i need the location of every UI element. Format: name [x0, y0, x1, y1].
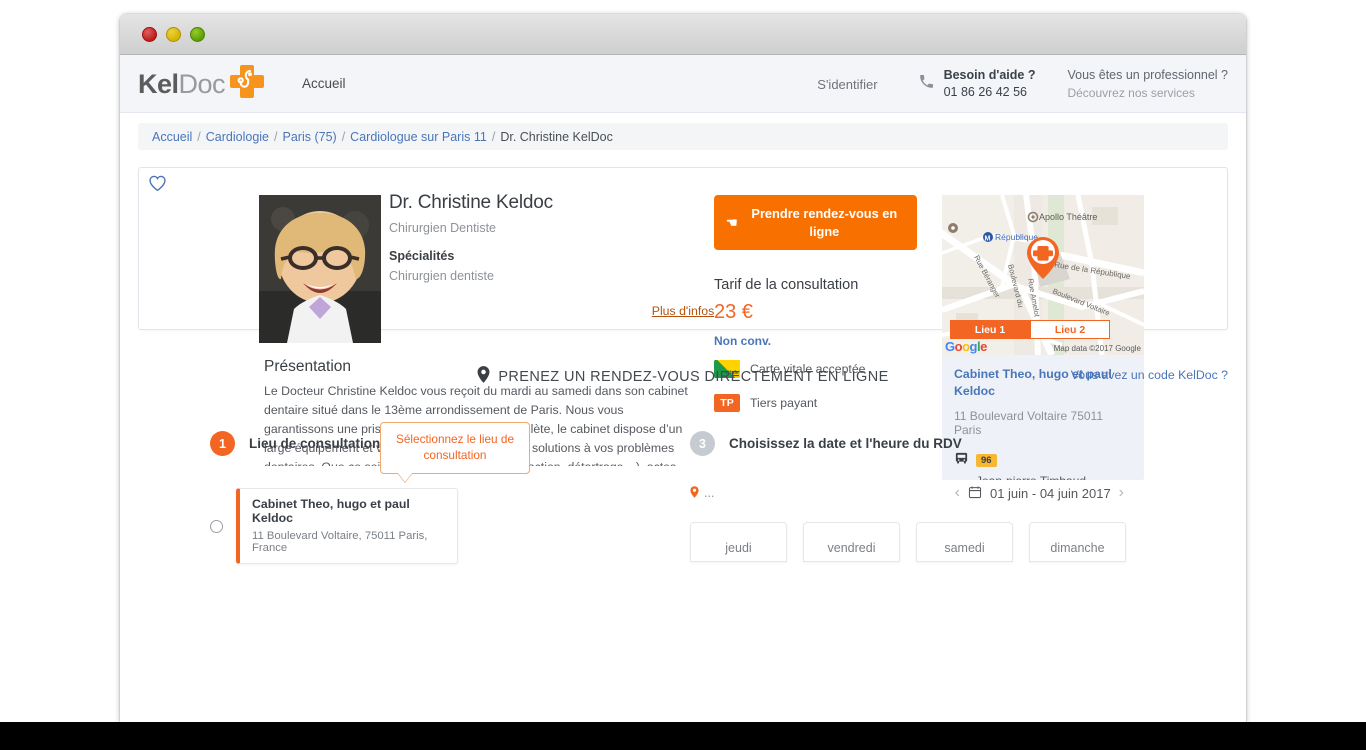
breadcrumb-item-cardiologie[interactable]: Cardiologie: [206, 130, 269, 144]
logo-doc-text: Doc: [178, 69, 226, 99]
day-card-jeudi[interactable]: jeudi: [690, 522, 787, 562]
step-1-header: 1 Lieu de consultation Sélectionnez le l…: [210, 422, 540, 483]
booking-steps: 1 Lieu de consultation Sélectionnez le l…: [120, 422, 1246, 581]
map-image[interactable]: Apollo Théâtre M République Rue de la Ré…: [942, 195, 1144, 355]
heart-icon[interactable]: [148, 174, 167, 197]
logo-kel-text: Kel: [138, 69, 179, 99]
calendar-icon: [968, 485, 982, 502]
chevron-right-icon[interactable]: ›: [1111, 484, 1132, 502]
location-option-card[interactable]: Cabinet Theo, hugo et paul Keldoc 11 Bou…: [236, 488, 458, 564]
minimize-window-button[interactable]: [166, 27, 181, 42]
breadcrumb-separator: /: [197, 129, 201, 144]
map-tab-lieu-2[interactable]: Lieu 2: [1030, 320, 1110, 339]
booking-section-header: PRENEZ UN RENDEZ-VOUS DIRECTEMENT EN LIG…: [120, 366, 1246, 388]
pointing-hand-icon: ☚: [726, 214, 738, 230]
selected-location-text: ...: [704, 486, 715, 500]
professional-block[interactable]: Vous êtes un professionnel ? Découvrez n…: [1067, 66, 1228, 103]
step-1-column: 1 Lieu de consultation Sélectionnez le l…: [210, 422, 540, 564]
day-card-vendredi[interactable]: vendredi: [803, 522, 900, 562]
breadcrumb: Accueil / Cardiologie / Paris (75) / Car…: [138, 123, 1228, 150]
step-3-title: Choisissez la date et l'heure du RDV: [729, 436, 962, 451]
step-3-badge: 3: [690, 431, 715, 456]
plus-dinfos-link[interactable]: Plus d'infos: [652, 304, 715, 318]
window-titlebar: [120, 14, 1246, 55]
help-title: Besoin d'aide ?: [943, 67, 1036, 82]
booking-section-title: PRENEZ UN RENDEZ-VOUS DIRECTEMENT EN LIG…: [498, 369, 889, 385]
professional-subtitle: Découvrez nos services: [1067, 86, 1195, 101]
svg-text:Apollo Théâtre: Apollo Théâtre: [1039, 212, 1097, 222]
day-columns: jeudi vendredi samedi dimanche: [690, 522, 1150, 562]
small-map-pin-icon: [690, 485, 699, 501]
step-1-title: Lieu de consultation: [249, 436, 381, 451]
help-phone: 01 86 26 42 56: [943, 85, 1027, 99]
breadcrumb-item-accueil[interactable]: Accueil: [152, 130, 192, 144]
breadcrumb-item-cardiologue-paris-11[interactable]: Cardiologue sur Paris 11: [350, 130, 487, 144]
map-pin-icon: [477, 366, 490, 388]
date-range-label: 01 juin - 04 juin 2017: [989, 485, 1111, 501]
day-card-dimanche[interactable]: dimanche: [1029, 522, 1126, 562]
prendre-rendez-vous-button[interactable]: ☚ Prendre rendez-vous en ligne: [714, 195, 917, 250]
chevron-left-icon[interactable]: ‹: [947, 484, 968, 502]
site-header: Kel Doc Accueil S'identifier Besoin d'ai…: [120, 55, 1246, 113]
keldoc-code-link[interactable]: Vous avez un code KelDoc ?: [1071, 368, 1228, 382]
close-window-button[interactable]: [142, 27, 157, 42]
step-1-badge: 1: [210, 431, 235, 456]
bottom-black-band: [0, 722, 1366, 750]
keldoc-cross-icon: [229, 65, 265, 104]
header-right-area: S'identifier Besoin d'aide ? 01 86 26 42…: [817, 55, 1228, 113]
booking-section: PRENEZ UN RENDEZ-VOUS DIRECTEMENT EN LIG…: [120, 366, 1246, 581]
doctor-name: Dr. Christine Keldoc: [389, 192, 553, 213]
breadcrumb-separator: /: [274, 129, 278, 144]
window-controls[interactable]: [142, 27, 205, 42]
select-location-tooltip: Sélectionnez le lieu de consultation: [380, 422, 530, 483]
svg-text:République: République: [995, 232, 1038, 242]
location-option-address: 11 Boulevard Voltaire, 75011 Paris, Fran…: [252, 530, 428, 554]
browser-window: Kel Doc Accueil S'identifier Besoin d'ai…: [120, 14, 1246, 722]
breadcrumb-separator: /: [491, 129, 496, 144]
specialties-value: Chirurgien dentiste: [389, 269, 494, 283]
location-radio-button[interactable]: [210, 519, 223, 533]
phone-icon: [918, 73, 935, 95]
google-logo: Google: [945, 339, 987, 354]
prendre-rendez-vous-label: Prendre rendez-vous en ligne: [751, 206, 898, 239]
maximize-window-button[interactable]: [190, 27, 205, 42]
doctor-profile-card: Dr. Christine Keldoc Chirurgien Dentiste…: [138, 167, 1228, 480]
map-attribution: Map data ©2017 Google: [1053, 344, 1141, 353]
booking-cta-column: ☚ Prendre rendez-vous en ligne Tarif de …: [714, 195, 919, 348]
specialties-label: Spécialités: [389, 249, 455, 263]
day-card-samedi[interactable]: samedi: [916, 522, 1013, 562]
map-location-tabs: Lieu 1 Lieu 2: [950, 320, 1110, 339]
breadcrumb-separator: /: [341, 129, 346, 144]
nav-item-accueil[interactable]: Accueil: [302, 76, 346, 91]
location-option-row: Cabinet Theo, hugo et paul Keldoc 11 Bou…: [210, 488, 540, 564]
step-3-header: 3 Choisissez la date et l'heure du RDV: [690, 431, 1150, 456]
selected-location-placeholder: ...: [690, 485, 715, 501]
tarif-label: Tarif de la consultation: [714, 277, 859, 293]
date-range-nav: ‹ 01 juin - 04 juin 2017 ›: [947, 484, 1132, 502]
breadcrumb-item-current: Dr. Christine KelDoc: [500, 129, 613, 144]
keldoc-logo[interactable]: Kel Doc: [138, 65, 265, 104]
screen: Kel Doc Accueil S'identifier Besoin d'ai…: [0, 0, 1366, 750]
doctor-job: Chirurgien Dentiste: [389, 221, 496, 235]
convention-status: Non conv.: [714, 334, 772, 348]
map-tab-lieu-1[interactable]: Lieu 1: [950, 320, 1030, 339]
page-viewport: Kel Doc Accueil S'identifier Besoin d'ai…: [120, 55, 1246, 722]
date-navigation-row: ... ‹ 01 juin - 04 juin 2017 ›: [690, 484, 1150, 502]
doctor-info: Dr. Christine Keldoc Chirurgien Dentiste…: [389, 192, 689, 283]
svg-text:M: M: [985, 236, 991, 243]
doctor-photo: [259, 195, 381, 343]
professional-title: Vous êtes un professionnel ?: [1067, 67, 1228, 82]
step-3-column: 3 Choisissez la date et l'heure du RDV .…: [690, 431, 1150, 562]
signin-link[interactable]: S'identifier: [817, 77, 877, 92]
help-block[interactable]: Besoin d'aide ? 01 86 26 42 56: [918, 67, 1036, 102]
location-option-name: Cabinet Theo, hugo et paul Keldoc: [252, 497, 410, 525]
breadcrumb-item-paris[interactable]: Paris (75): [283, 130, 337, 144]
